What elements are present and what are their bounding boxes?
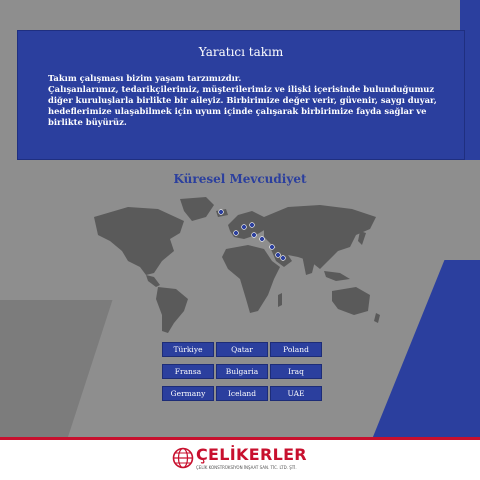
map-pin-fransa — [233, 230, 239, 236]
map-pin-bulgaria — [251, 232, 257, 238]
map-pin-qatar — [275, 252, 281, 258]
country-uae[interactable]: UAE — [270, 386, 322, 401]
map-pin-iceland — [218, 209, 224, 215]
map-pin-iraq — [269, 244, 275, 250]
country-turkiye[interactable]: Türkiye — [162, 342, 214, 357]
country-germany[interactable]: Germany — [162, 386, 214, 401]
map-pin-poland — [249, 222, 255, 228]
globe-icon — [172, 447, 194, 469]
world-map — [94, 197, 380, 333]
company-logo: ÇELİKERLER ÇELİK KONSTRÜKSİYON İNŞAAT SA… — [172, 443, 312, 477]
country-iceland[interactable]: Iceland — [216, 386, 268, 401]
country-poland[interactable]: Poland — [270, 342, 322, 357]
global-presence-title: Küresel Mevcudiyet — [173, 172, 307, 186]
creative-team-card: Yaratıcı takım Takım çalışması bizim yaş… — [17, 30, 465, 160]
country-fransa[interactable]: Fransa — [162, 364, 214, 379]
logo-name: ÇELİKERLER — [196, 445, 307, 464]
card-paragraph: Çalışanlarımız, tedarikçilerimiz, müşter… — [48, 84, 437, 127]
map-pin-uae — [280, 255, 286, 261]
card-text: Takım çalışması bizim yaşam tarzımızdır.… — [48, 73, 444, 128]
card-intro: Takım çalışması bizim yaşam tarzımızdır. — [48, 73, 242, 83]
map-pin-turkiye — [259, 236, 265, 242]
card-title: Yaratıcı takım — [198, 45, 284, 59]
map-pin-germany — [241, 224, 247, 230]
logo-tagline: ÇELİK KONSTRÜKSİYON İNŞAAT SAN. TİC. LTD… — [196, 465, 297, 470]
country-qatar[interactable]: Qatar — [216, 342, 268, 357]
country-bulgaria[interactable]: Bulgaria — [216, 364, 268, 379]
country-iraq[interactable]: Iraq — [270, 364, 322, 379]
